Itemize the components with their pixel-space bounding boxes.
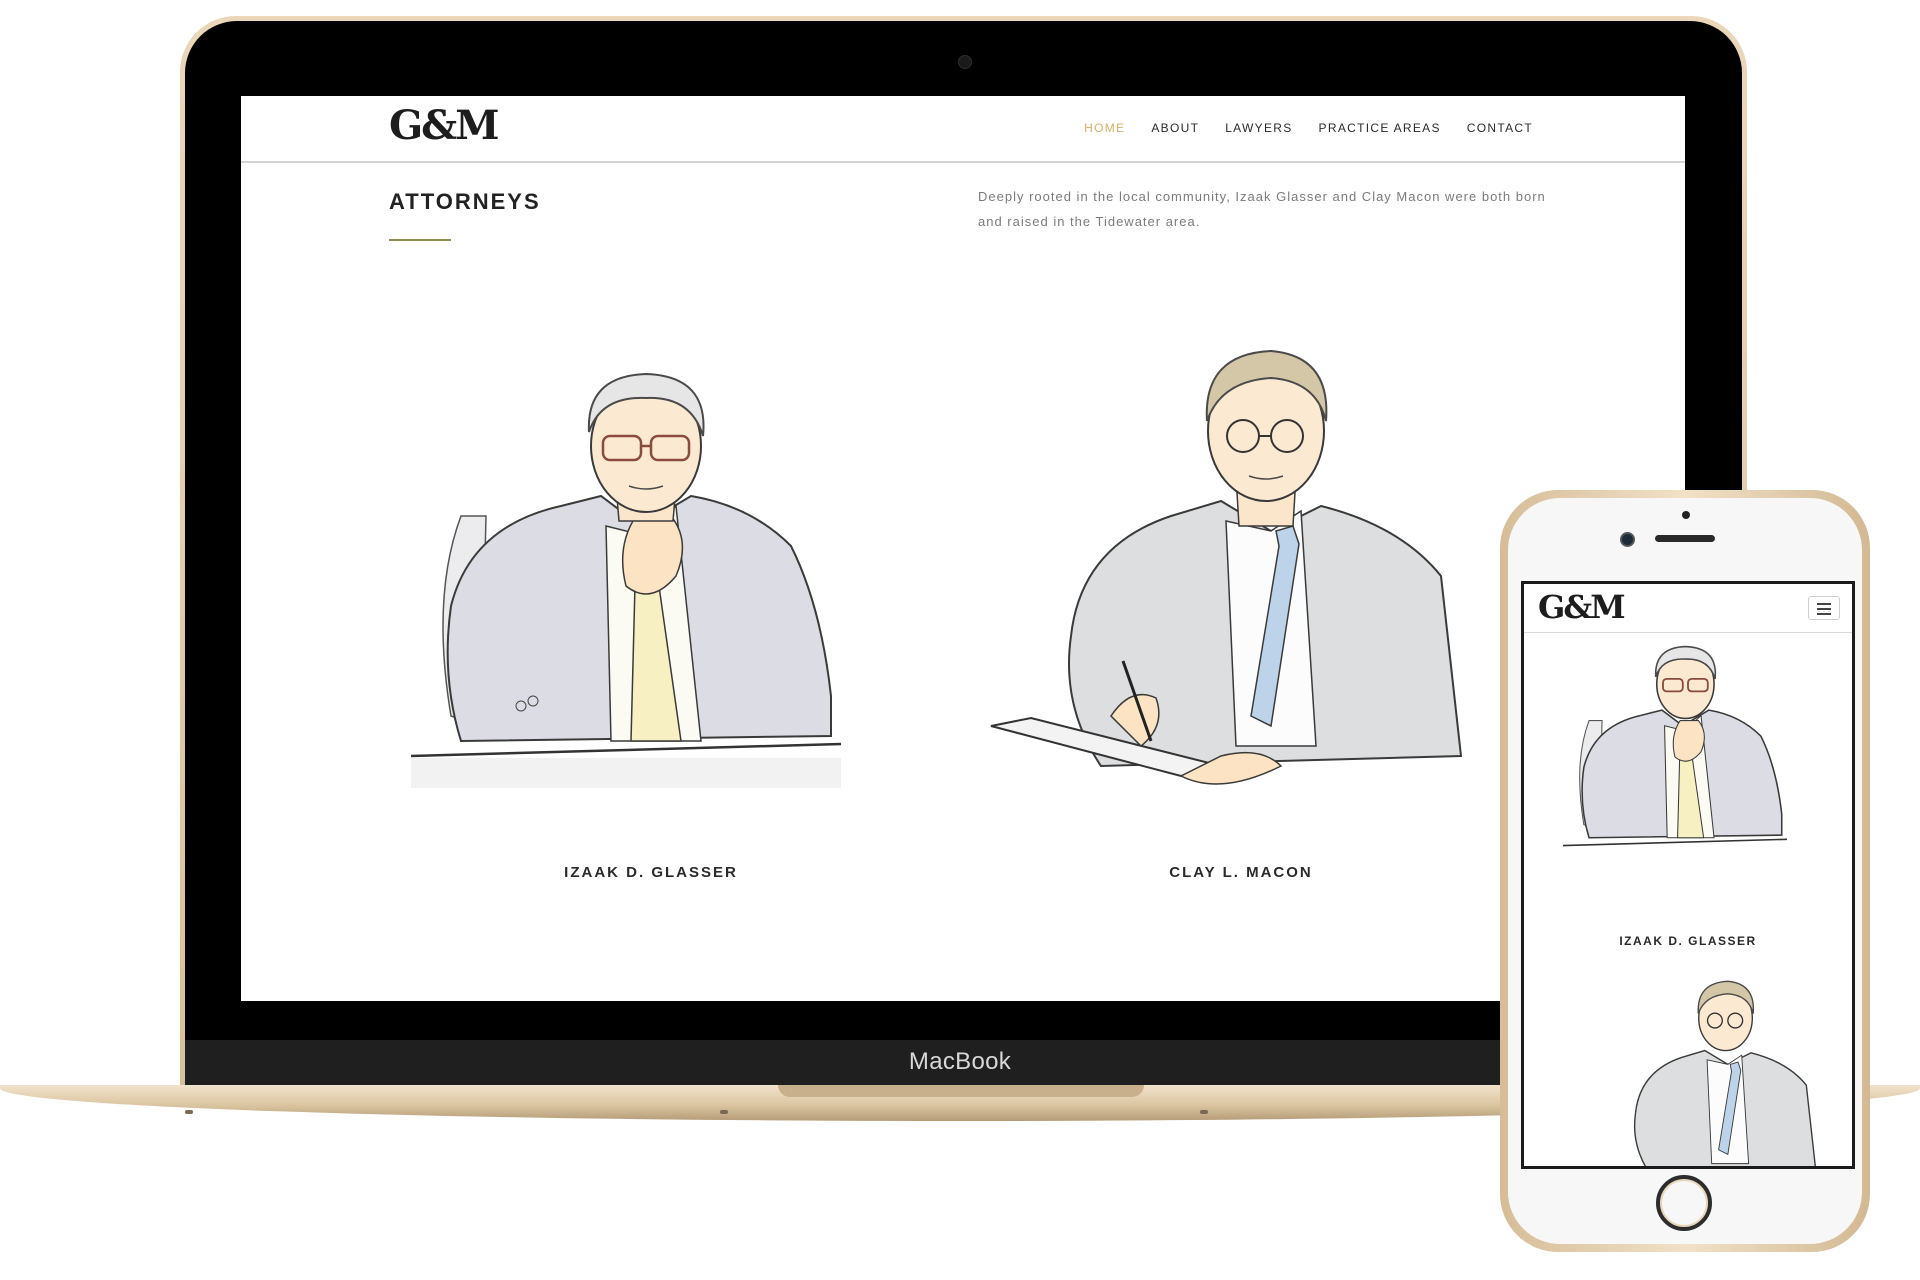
laptop-brand-label: MacBook — [908, 1048, 1012, 1075]
intro-text: Deeply rooted in the local community, Iz… — [978, 189, 1546, 229]
mobile-portrait-clay-macon[interactable] — [1594, 969, 1834, 1169]
portrait-clay-macon[interactable] — [981, 326, 1501, 826]
main-nav: HOME ABOUT LAWYERS PRACTICE AREAS CONTAC… — [1084, 121, 1533, 135]
laptop-notch — [778, 1085, 1144, 1097]
nav-lawyers[interactable]: LAWYERS — [1225, 121, 1292, 135]
phone-sensor-icon — [1682, 511, 1690, 519]
nav-contact[interactable]: CONTACT — [1467, 121, 1533, 135]
portrait-izaak-glasser[interactable] — [391, 346, 911, 826]
laptop-foot — [720, 1110, 728, 1114]
home-button[interactable] — [1656, 1175, 1712, 1231]
mobile-attorney-name[interactable]: IZAAK D. GLASSER — [1524, 934, 1852, 948]
phone-screen: G&M IZAAK D. GLASSER — [1521, 581, 1855, 1169]
section-title: ATTORNEYS — [389, 189, 541, 214]
laptop-foot — [1200, 1110, 1208, 1114]
site-logo[interactable]: G&M — [389, 102, 500, 149]
mobile-logo[interactable]: G&M — [1538, 588, 1626, 626]
webcam-icon — [958, 55, 972, 69]
site-header: G&M HOME ABOUT LAWYERS PRACTICE AREAS CO… — [241, 96, 1685, 163]
nav-practice-areas[interactable]: PRACTICE AREAS — [1319, 121, 1441, 135]
nav-home[interactable]: HOME — [1084, 121, 1125, 135]
phone-speaker — [1655, 535, 1715, 542]
attorney-name-glasser[interactable]: IZAAK D. GLASSER — [451, 864, 851, 881]
phone-camera-icon — [1620, 532, 1635, 547]
laptop-screen: G&M HOME ABOUT LAWYERS PRACTICE AREAS CO… — [241, 96, 1685, 1001]
hamburger-menu-icon[interactable] — [1808, 596, 1840, 620]
mobile-portrait-izaak-glasser[interactable] — [1538, 632, 1838, 882]
mobile-header: G&M — [1524, 584, 1852, 633]
attorney-name-macon[interactable]: CLAY L. MACON — [1041, 864, 1441, 881]
nav-about[interactable]: ABOUT — [1151, 121, 1199, 135]
title-underline — [389, 239, 451, 241]
laptop-foot — [185, 1110, 193, 1114]
